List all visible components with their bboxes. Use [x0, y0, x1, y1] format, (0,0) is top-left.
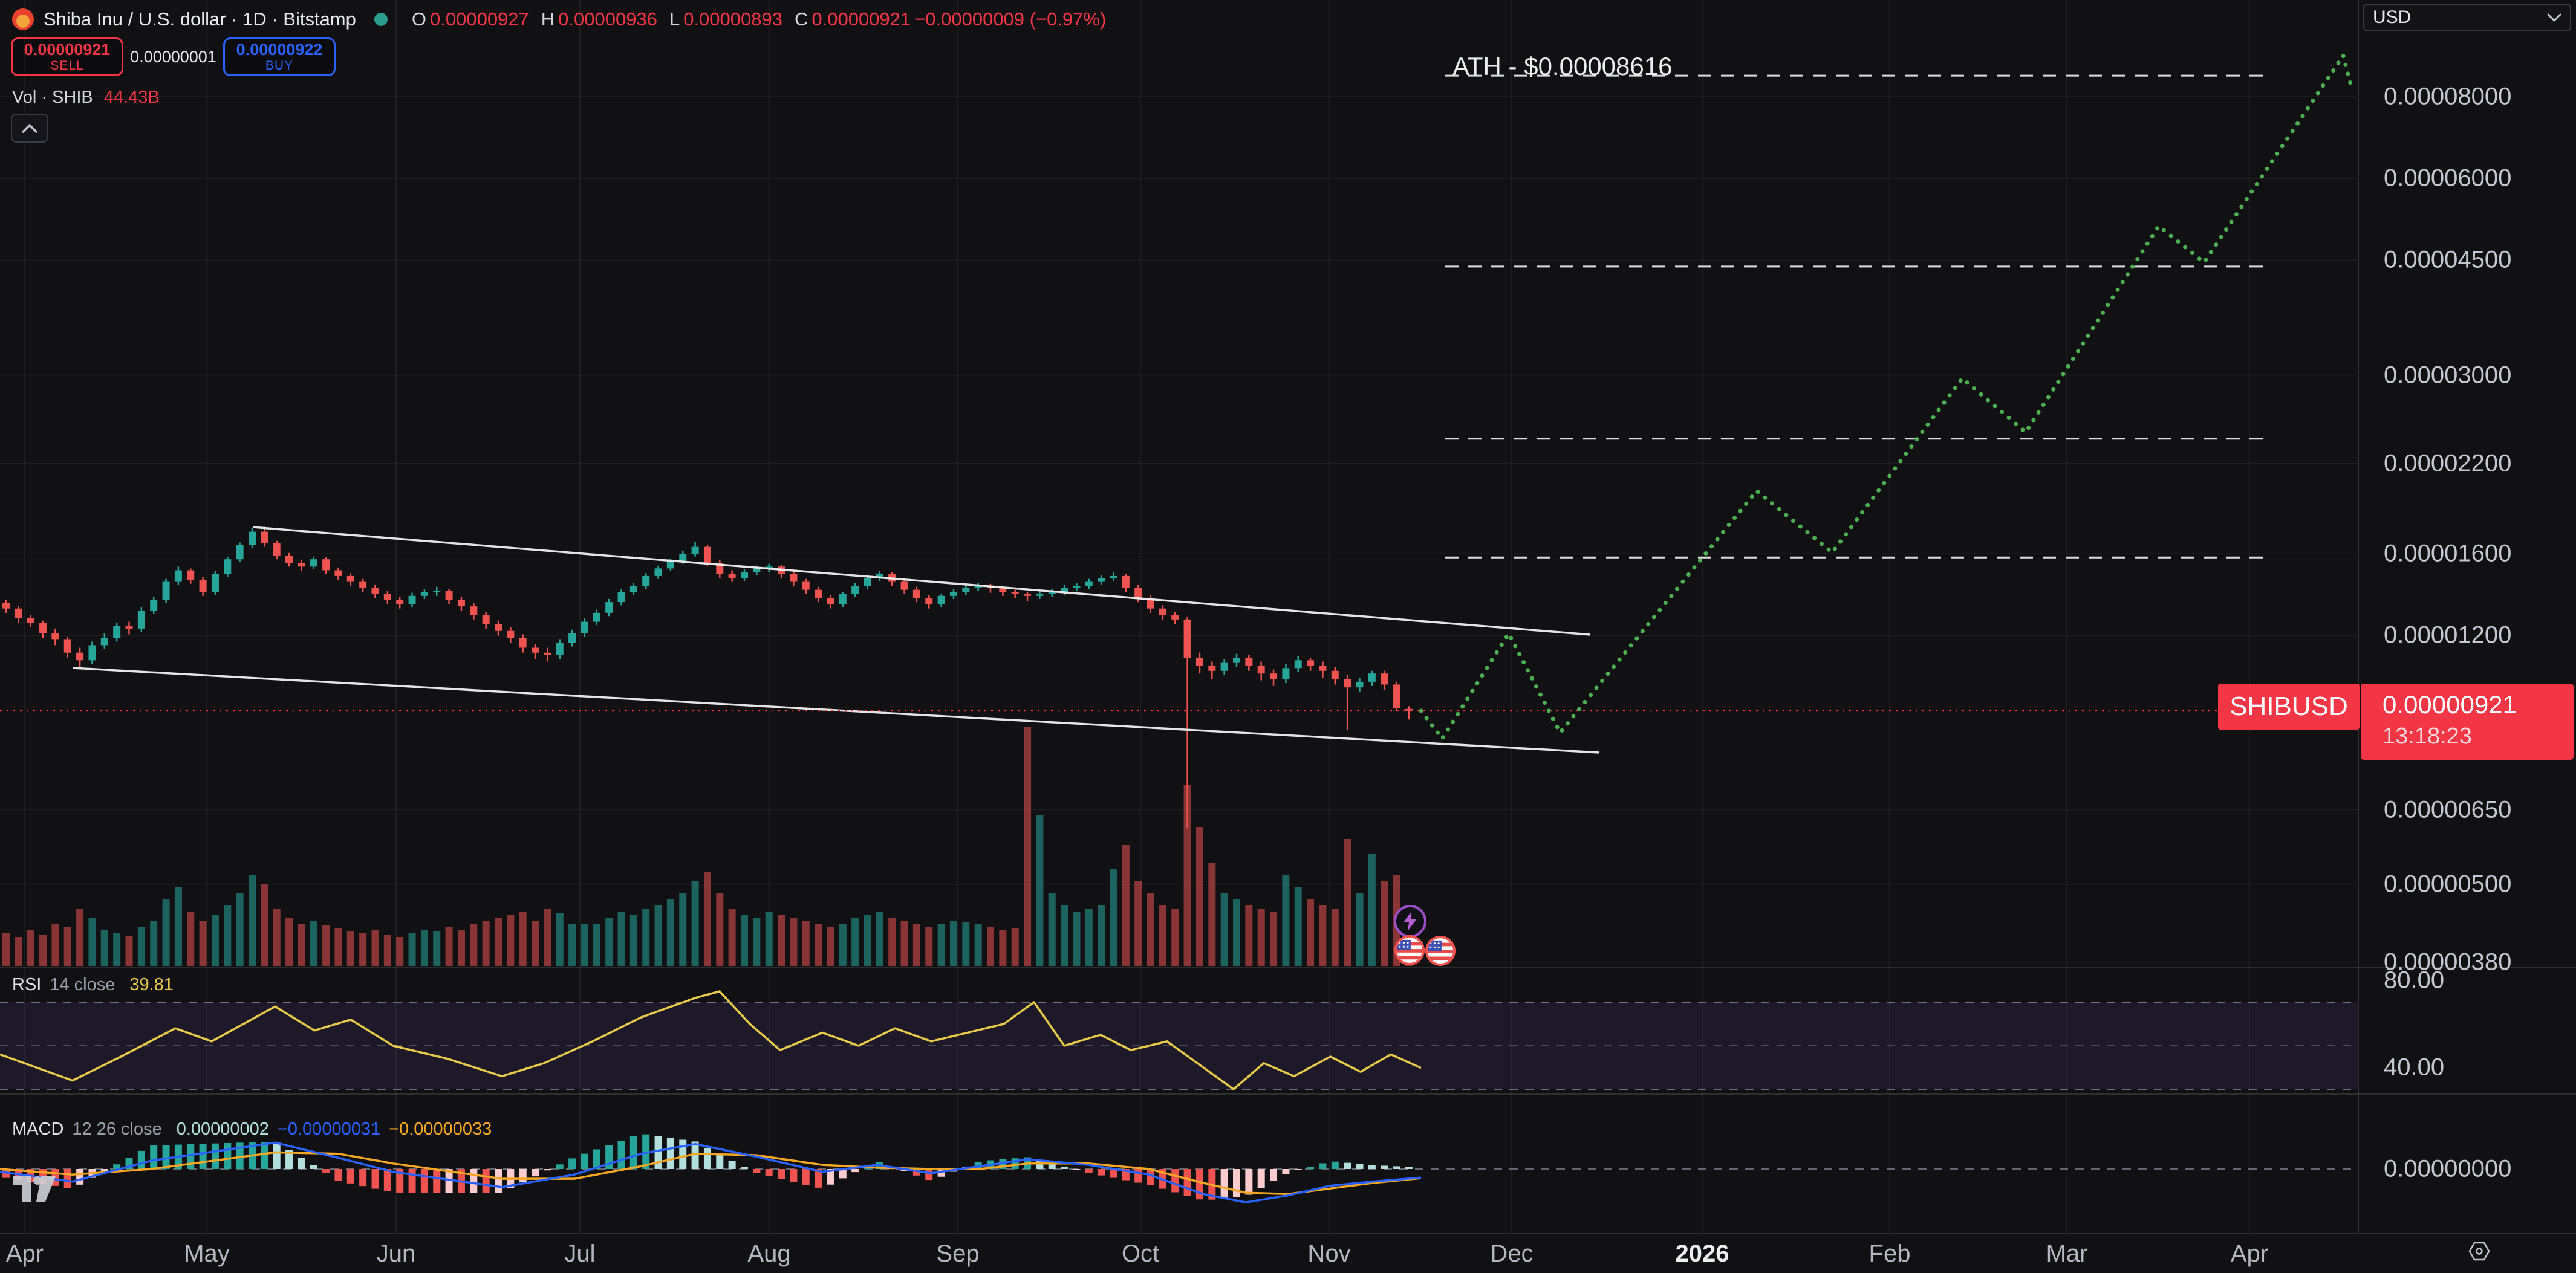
chevron-up-icon	[22, 123, 37, 133]
close-value: 0.00000921	[812, 8, 911, 30]
price-axis-label: 0.00000500	[2384, 870, 2511, 898]
time-axis-month-label: Nov	[1307, 1240, 1350, 1268]
time-axis-year-label: 2026	[1676, 1240, 1729, 1268]
macd-hist-value: 0.00000002	[177, 1119, 269, 1139]
rsi-axis-label: 40.00	[2384, 1054, 2444, 1081]
gear-icon	[2467, 1239, 2491, 1263]
close-label: C	[795, 8, 808, 30]
price-axis-label: 0.00004500	[2384, 247, 2511, 274]
change-value: −0.00000009 (−0.97%)	[914, 8, 1106, 30]
time-axis-month-label: Jun	[377, 1240, 416, 1268]
time-axis-month-label: Feb	[1869, 1240, 1911, 1268]
price-axis-label: 0.00006000	[2384, 165, 2511, 192]
symbol-price-line-badge: SHIBUSD	[2218, 684, 2360, 730]
open-label: O	[412, 8, 426, 30]
trade-buttons: 0.00000921 SELL 0.00000001 0.00000922 BU…	[11, 37, 336, 76]
time-axis-month-label: Dec	[1490, 1240, 1533, 1268]
symbol-title[interactable]: Shiba Inu / U.S. dollar · 1D · Bitstamp	[44, 8, 356, 30]
shiba-inu-logo-icon	[12, 8, 34, 30]
currency-value: USD	[2373, 7, 2411, 28]
lightning-event-icon[interactable]	[1394, 905, 1426, 938]
time-axis-month-label: Jul	[564, 1240, 595, 1268]
last-price-value: 0.00000921	[2382, 688, 2574, 722]
currency-selector[interactable]: USD	[2363, 4, 2571, 31]
rsi-params: 14 close	[50, 975, 115, 995]
macd-name: MACD	[12, 1119, 63, 1139]
sell-price: 0.00000921	[24, 41, 111, 59]
macd-axis-label: 0.00000000	[2384, 1156, 2511, 1183]
price-axis-label: 0.00001600	[2384, 540, 2511, 568]
buy-price: 0.00000922	[236, 41, 323, 59]
rsi-name: RSI	[12, 975, 41, 995]
high-label: H	[541, 8, 555, 30]
last-price-time: 13:18:23	[2382, 722, 2574, 751]
spread-value: 0.00000001	[123, 48, 223, 66]
price-axis-label: 0.00002200	[2384, 450, 2511, 477]
time-axis-month-label: Sep	[936, 1240, 979, 1268]
time-axis-month-label: Aug	[747, 1240, 790, 1268]
macd-legend[interactable]: MACD 12 26 close 0.00000002 −0.00000031 …	[12, 1119, 492, 1139]
chart-canvas[interactable]	[0, 0, 2576, 1273]
price-axis-label: 0.00008000	[2384, 83, 2511, 111]
macd-signal-value: −0.00000033	[389, 1119, 492, 1139]
last-price-tag: 0.00000921 13:18:23	[2361, 684, 2574, 760]
price-axis-label: 0.00000650	[2384, 796, 2511, 823]
ath-annotation: ATH - $0.00008616	[1452, 52, 1672, 81]
sell-button[interactable]: 0.00000921 SELL	[11, 37, 123, 76]
time-axis-month-label: Apr	[6, 1240, 44, 1268]
time-axis-month-label: Mar	[2046, 1240, 2088, 1268]
symbol-header[interactable]: Shiba Inu / U.S. dollar · 1D · Bitstamp …	[12, 6, 1106, 33]
time-axis-month-label: May	[184, 1240, 230, 1268]
low-value: 0.00000893	[683, 8, 782, 30]
us-flag-event-icon[interactable]	[1394, 935, 1425, 965]
price-axis-label: 0.00003000	[2384, 361, 2511, 389]
buy-button[interactable]: 0.00000922 BUY	[223, 37, 336, 76]
ohlc-values: O0.00000927 H0.00000936 L0.00000893 C0.0…	[403, 8, 1106, 30]
volume-label: Vol · SHIB	[12, 88, 93, 108]
open-value: 0.00000927	[430, 8, 529, 30]
low-label: L	[669, 8, 680, 30]
volume-legend: Vol · SHIB 44.43B	[12, 88, 160, 108]
rsi-axis-label: 80.00	[2384, 967, 2444, 994]
chevron-down-icon	[2547, 13, 2561, 22]
macd-line-value: −0.00000031	[278, 1119, 380, 1139]
collapse-legend-button[interactable]	[11, 114, 48, 143]
market-status-icon	[374, 13, 388, 26]
rsi-legend[interactable]: RSI 14 close 39.81	[12, 975, 174, 995]
macd-params: 12 26 close	[72, 1119, 161, 1139]
time-axis-month-label: Apr	[2231, 1240, 2268, 1268]
axis-settings-button[interactable]	[2466, 1238, 2493, 1265]
tradingview-logo	[13, 1176, 57, 1204]
sell-label: SELL	[50, 59, 83, 73]
trading-chart-app: Shiba Inu / U.S. dollar · 1D · Bitstamp …	[0, 0, 2576, 1273]
high-value: 0.00000936	[558, 8, 657, 30]
volume-value: 44.43B	[104, 88, 160, 108]
buy-label: BUY	[265, 59, 293, 73]
rsi-value: 39.81	[129, 975, 174, 995]
us-flag-event-icon[interactable]	[1425, 936, 1456, 966]
price-axis-label: 0.00001200	[2384, 622, 2511, 649]
time-axis-month-label: Oct	[1122, 1240, 1159, 1268]
